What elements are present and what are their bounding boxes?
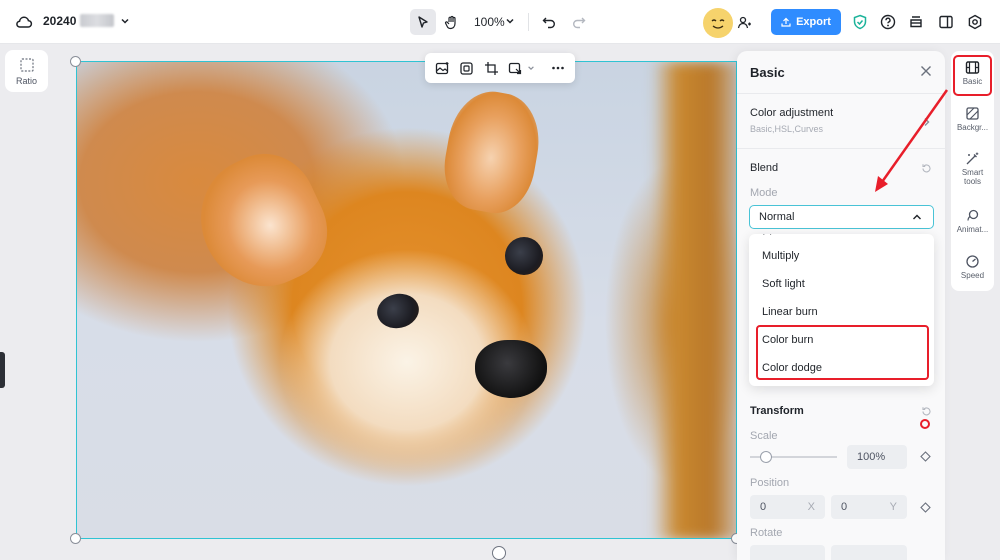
user-share-icon[interactable] [735, 13, 753, 31]
scale-slider-knob[interactable] [760, 451, 772, 463]
zoom-chevron-icon[interactable] [504, 15, 516, 27]
sidebar-item-label: Smart tools [961, 168, 984, 186]
blend-option-soft-light[interactable]: Soft light [762, 278, 805, 290]
blend-title: Blend [750, 162, 779, 174]
smart-edit-icon[interactable] [506, 59, 524, 77]
hand-tool-button[interactable] [438, 9, 464, 35]
dropdown-item-partial: · · [762, 234, 773, 240]
canvas-image[interactable] [76, 61, 737, 539]
more-icon[interactable] [549, 59, 567, 77]
top-bar: 20240 100% Export [0, 0, 1000, 44]
zoom-level[interactable]: 100% [474, 15, 505, 29]
blend-reset-icon[interactable] [921, 163, 932, 174]
shield-icon[interactable] [850, 12, 870, 32]
export-label: Export [796, 16, 831, 28]
rotate-handle[interactable] [492, 546, 506, 560]
undo-icon[interactable] [540, 13, 558, 31]
settings-icon[interactable] [965, 12, 985, 32]
layers-icon[interactable] [906, 12, 926, 32]
magic-wand-icon [965, 151, 980, 166]
mode-label: Mode [750, 187, 778, 199]
blend-mode-select[interactable]: Normal [749, 205, 934, 229]
sidebar-item-label: Speed [960, 271, 985, 280]
background-icon [965, 106, 980, 121]
ratio-label: Ratio [15, 75, 37, 86]
photo-dog-eye-left [373, 290, 423, 332]
sidebar-item-background[interactable]: Backgr... [951, 106, 994, 132]
photo-dog-ear-left [180, 137, 344, 307]
smart-edit-chevron-icon[interactable] [525, 62, 537, 74]
chevron-up-icon [912, 213, 922, 221]
select-tool-button[interactable] [410, 9, 436, 35]
annotation-highlight-box [756, 325, 929, 380]
position-x-input[interactable]: 0 X [750, 495, 825, 519]
position-y-unit: Y [889, 501, 897, 513]
panel-divider [737, 93, 945, 94]
transform-reset-icon[interactable] [921, 406, 932, 417]
sidebar-item-label: Backgr... [956, 123, 989, 132]
panel-layout-icon[interactable] [936, 12, 956, 32]
help-icon[interactable] [878, 12, 898, 32]
color-adjustment-title[interactable]: Color adjustment [750, 107, 833, 119]
project-title[interactable]: 20240 [43, 14, 76, 28]
position-y-input[interactable]: 0 Y [831, 495, 907, 519]
blend-option-linear-burn[interactable]: Linear burn [762, 306, 818, 318]
chevron-right-icon[interactable] [923, 117, 931, 127]
scale-input[interactable]: 100% [847, 445, 907, 469]
position-x-unit: X [807, 501, 815, 513]
photo-dog-ear-right [437, 85, 547, 219]
position-x-value: 0 [760, 501, 767, 513]
close-icon[interactable] [920, 65, 932, 77]
export-button[interactable]: Export [771, 9, 841, 35]
panel-title: Basic [750, 65, 785, 80]
resize-handle-bottom-left[interactable] [70, 533, 81, 544]
annotation-highlight-sidebar [953, 55, 992, 96]
sidebar-item-label: Animat... [956, 225, 989, 234]
left-panel-toggle[interactable] [0, 352, 5, 388]
blend-mode-value: Normal [759, 211, 795, 223]
photo-chair-leg [652, 62, 736, 538]
rotate-label: Rotate [750, 527, 783, 539]
color-adjustment-subtitle: Basic,HSL,Curves [750, 124, 824, 134]
cloud-icon[interactable] [14, 12, 34, 32]
annotation-highlight-dot [920, 419, 930, 429]
cutout-icon[interactable] [457, 59, 475, 77]
sidebar-item-animation[interactable]: Animat... [951, 208, 994, 234]
speed-icon [965, 254, 980, 269]
rotate-input-secondary[interactable] [831, 545, 907, 560]
keyframe-diamond-icon[interactable] [920, 451, 931, 462]
photo-dog-eye-right [505, 237, 543, 275]
transform-title: Transform [750, 405, 804, 417]
toolbar-divider [528, 13, 529, 31]
blend-option-multiply[interactable]: Multiply [762, 250, 799, 262]
redo-icon[interactable] [570, 13, 588, 31]
avatar[interactable] [703, 8, 733, 38]
ratio-icon [19, 57, 35, 73]
basic-properties-panel: Basic Color adjustment Basic,HSL,Curves … [737, 51, 945, 560]
panel-divider [737, 148, 945, 149]
sidebar-item-smart-tools[interactable]: Smart tools [951, 151, 994, 186]
keyframe-diamond-icon[interactable] [920, 502, 931, 513]
position-label: Position [750, 477, 790, 489]
image-floating-toolbar [425, 53, 575, 83]
scale-value: 100% [857, 451, 886, 463]
project-title-redacted [80, 14, 114, 27]
photo-dog-nose [475, 340, 547, 398]
cursor-icon [416, 15, 430, 29]
upload-icon [781, 17, 791, 27]
replace-image-icon[interactable] [433, 59, 451, 77]
sidebar-item-speed[interactable]: Speed [951, 254, 994, 280]
hand-icon [444, 15, 459, 30]
resize-handle-top-left[interactable] [70, 56, 81, 67]
crop-icon[interactable] [482, 59, 500, 77]
position-y-value: 0 [841, 501, 848, 513]
chevron-down-icon[interactable] [118, 14, 132, 28]
scale-label: Scale [750, 430, 778, 442]
ratio-button[interactable]: Ratio [5, 50, 48, 92]
animation-icon [965, 208, 980, 223]
rotate-input[interactable] [750, 545, 825, 560]
